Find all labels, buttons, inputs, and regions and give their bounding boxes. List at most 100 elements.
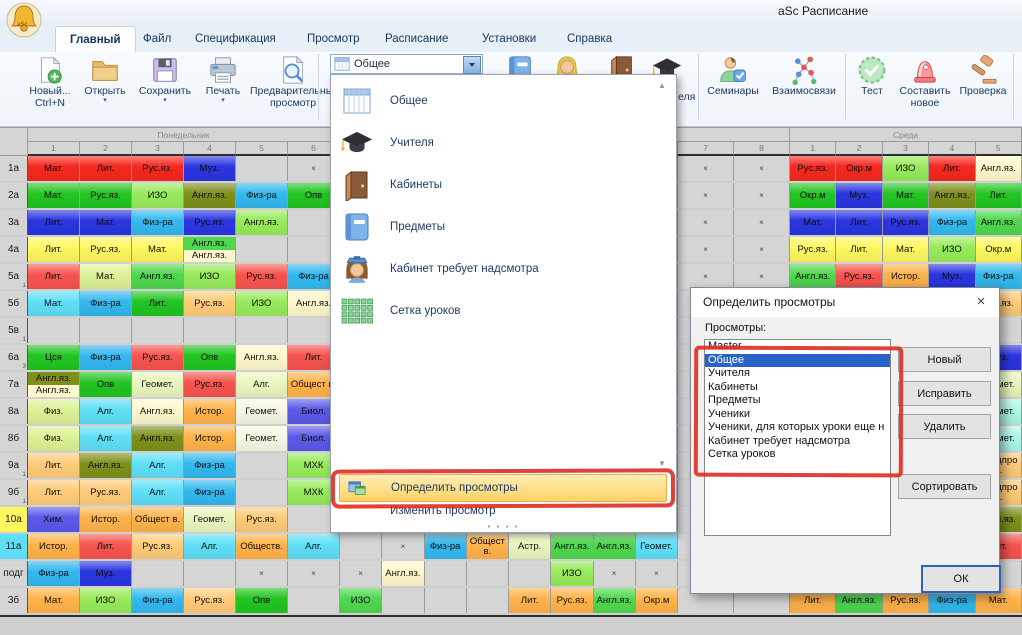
dialog-button-Удалить[interactable]: Удалить [898,414,991,439]
timetable-cell[interactable] [28,318,80,343]
timetable-cell[interactable]: Физ-ра [28,561,80,586]
timetable-cell[interactable]: Лит. [509,588,551,613]
scroll-up-icon[interactable]: ▲ [655,81,669,91]
timetable-cell[interactable]: Мат. [883,237,929,262]
views-list-item[interactable]: Кабинеты [705,381,890,395]
timetable-cell[interactable]: Англ.яз. [976,156,1022,181]
menu-resize-grip[interactable]: ▪ ▪ ▪ ▪ [331,524,676,530]
timetable-cell[interactable]: Англ.яз. [790,264,836,289]
dialog-button-Сортировать[interactable]: Сортировать [898,474,991,499]
timetable-cell[interactable]: Физ-ра [80,291,132,316]
class-row-label[interactable]: 5в1 [0,318,28,343]
timetable-cell[interactable]: Окр.м [976,237,1022,262]
timetable-cell[interactable] [425,588,467,613]
timetable-cell[interactable]: × [288,561,340,586]
timetable-cell[interactable]: Мат. [80,210,132,235]
timetable-cell[interactable] [80,318,132,343]
timetable-cell[interactable]: ИЗО [236,291,288,316]
timetable-cell[interactable]: Муз. [929,264,975,289]
timetable-cell[interactable]: Окр.м [790,183,836,208]
timetable-cell[interactable]: Англ.яз.Англ.яз. [28,372,80,397]
timetable-cell[interactable]: Англ.яз. [236,210,288,235]
menu-item-define-views[interactable]: Определить просмотры [339,474,667,502]
timetable-cell[interactable]: Лит. [80,156,132,181]
menu-item-Сетка уроков[interactable]: Сетка уроков [332,290,662,332]
generate-new-button[interactable]: Составить новое [896,53,954,109]
menu-item-Общее[interactable]: Общее [332,80,662,122]
timetable-cell[interactable]: Геомет. [236,426,288,451]
timetable-cell[interactable]: Астр. [509,534,551,559]
timetable-cell[interactable]: Рус.яз. [883,210,929,235]
timetable-cell[interactable]: ИЗО [184,264,236,289]
timetable-cell[interactable]: Геомет. [132,372,184,397]
test-button[interactable]: Тест [850,53,894,98]
timetable-cell[interactable]: Окр.м [836,156,882,181]
timetable-cell[interactable]: × [734,264,790,289]
menu-item-Кабинеты[interactable]: Кабинеты [332,164,662,206]
tab-Справка[interactable]: Справка [553,26,626,52]
timetable-cell[interactable] [382,588,424,613]
timetable-cell[interactable]: Рус.яз. [80,480,132,505]
timetable-cell[interactable]: Мат. [28,291,80,316]
timetable-cell[interactable]: Лит. [28,210,80,235]
timetable-cell[interactable]: Англ.яз. [976,210,1022,235]
timetable-cell[interactable]: × [734,210,790,235]
tab-Расписание[interactable]: Расписание [371,26,462,52]
menu-item-Предметы[interactable]: Предметы [332,206,662,248]
timetable-cell[interactable]: Рус.яз. [551,588,593,613]
timetable-cell[interactable]: Англ.яз. [132,426,184,451]
timetable-cell[interactable]: Рус.яз. [132,534,184,559]
views-listbox[interactable]: MasterОбщееУчителяКабинетыПредметыУченик… [704,339,891,536]
timetable-cell[interactable]: Истор. [184,426,236,451]
timetable-cell[interactable] [184,561,236,586]
timetable-cell[interactable]: Лит. [976,183,1022,208]
timetable-cell[interactable]: Англ.яз.Англ.яз. [184,237,236,262]
tab-Установки[interactable]: Установки [468,26,550,52]
class-row-label[interactable]: 8б [0,426,28,451]
timetable-cell[interactable]: Физ-ра [80,345,132,370]
timetable-cell[interactable]: Опв [80,372,132,397]
views-list-item[interactable]: Общее [705,354,890,368]
timetable-cell[interactable]: Мат. [132,237,184,262]
timetable-cell[interactable]: Англ.яз. [594,534,636,559]
timetable-cell-half[interactable]: Англ.яз. [28,385,79,398]
timetable-cell[interactable]: ИЗО [551,561,593,586]
timetable-cell[interactable]: Рус.яз. [236,507,288,532]
timetable-cell[interactable] [132,318,184,343]
timetable-cell[interactable]: Рус.яз. [836,264,882,289]
timetable-cell[interactable] [425,561,467,586]
timetable-cell[interactable]: Лит. [836,210,882,235]
ok-button[interactable]: ОК [921,565,1001,593]
timetable-cell[interactable]: Физ-ра [184,480,236,505]
timetable-cell[interactable]: Рус.яз. [184,210,236,235]
timetable-cell[interactable]: Геомет. [184,507,236,532]
timetable-cell[interactable]: Физ-ра [132,588,184,613]
new-document-button[interactable]: Новый...Ctrl+N [26,53,74,109]
timetable-cell[interactable]: Геомет. [236,399,288,424]
tab-Спецификация[interactable]: Спецификация [181,26,290,52]
timetable-cell[interactable]: Рус.яз. [80,237,132,262]
timetable-cell[interactable]: Цся [28,345,80,370]
timetable-cell[interactable]: × [678,183,734,208]
class-row-label[interactable]: 9б1 [0,480,28,505]
asc-bell-icon[interactable]: aSc [4,1,44,39]
timetable-cell[interactable]: Геомет. [636,534,678,559]
class-row-label[interactable]: 1а [0,156,28,181]
class-row-label[interactable]: 6а3 [0,345,28,370]
timetable-cell[interactable]: Англ.яз. [594,588,636,613]
timetable-cell[interactable] [236,453,288,478]
class-row-label[interactable]: 2а [0,183,28,208]
class-row-label[interactable]: подг [0,561,28,586]
tab-Главный[interactable]: Главный [55,26,136,53]
timetable-cell[interactable]: Рус.яз. [236,264,288,289]
timetable-cell[interactable]: × [678,264,734,289]
tab-Просмотр[interactable]: Просмотр [293,26,374,52]
timetable-cell[interactable]: Физ-ра [184,453,236,478]
timetable-cell[interactable]: Мат. [883,183,929,208]
save-button[interactable]: Сохранить▾ [134,53,196,104]
timetable-cell[interactable]: Опв [236,588,288,613]
menu-item-edit-view[interactable]: Изменить просмотр [390,505,496,517]
timetable-cell[interactable]: Мат. [28,183,80,208]
open-button[interactable]: Открыть▾ [78,53,132,104]
views-list-item[interactable]: Учителя [705,367,890,381]
